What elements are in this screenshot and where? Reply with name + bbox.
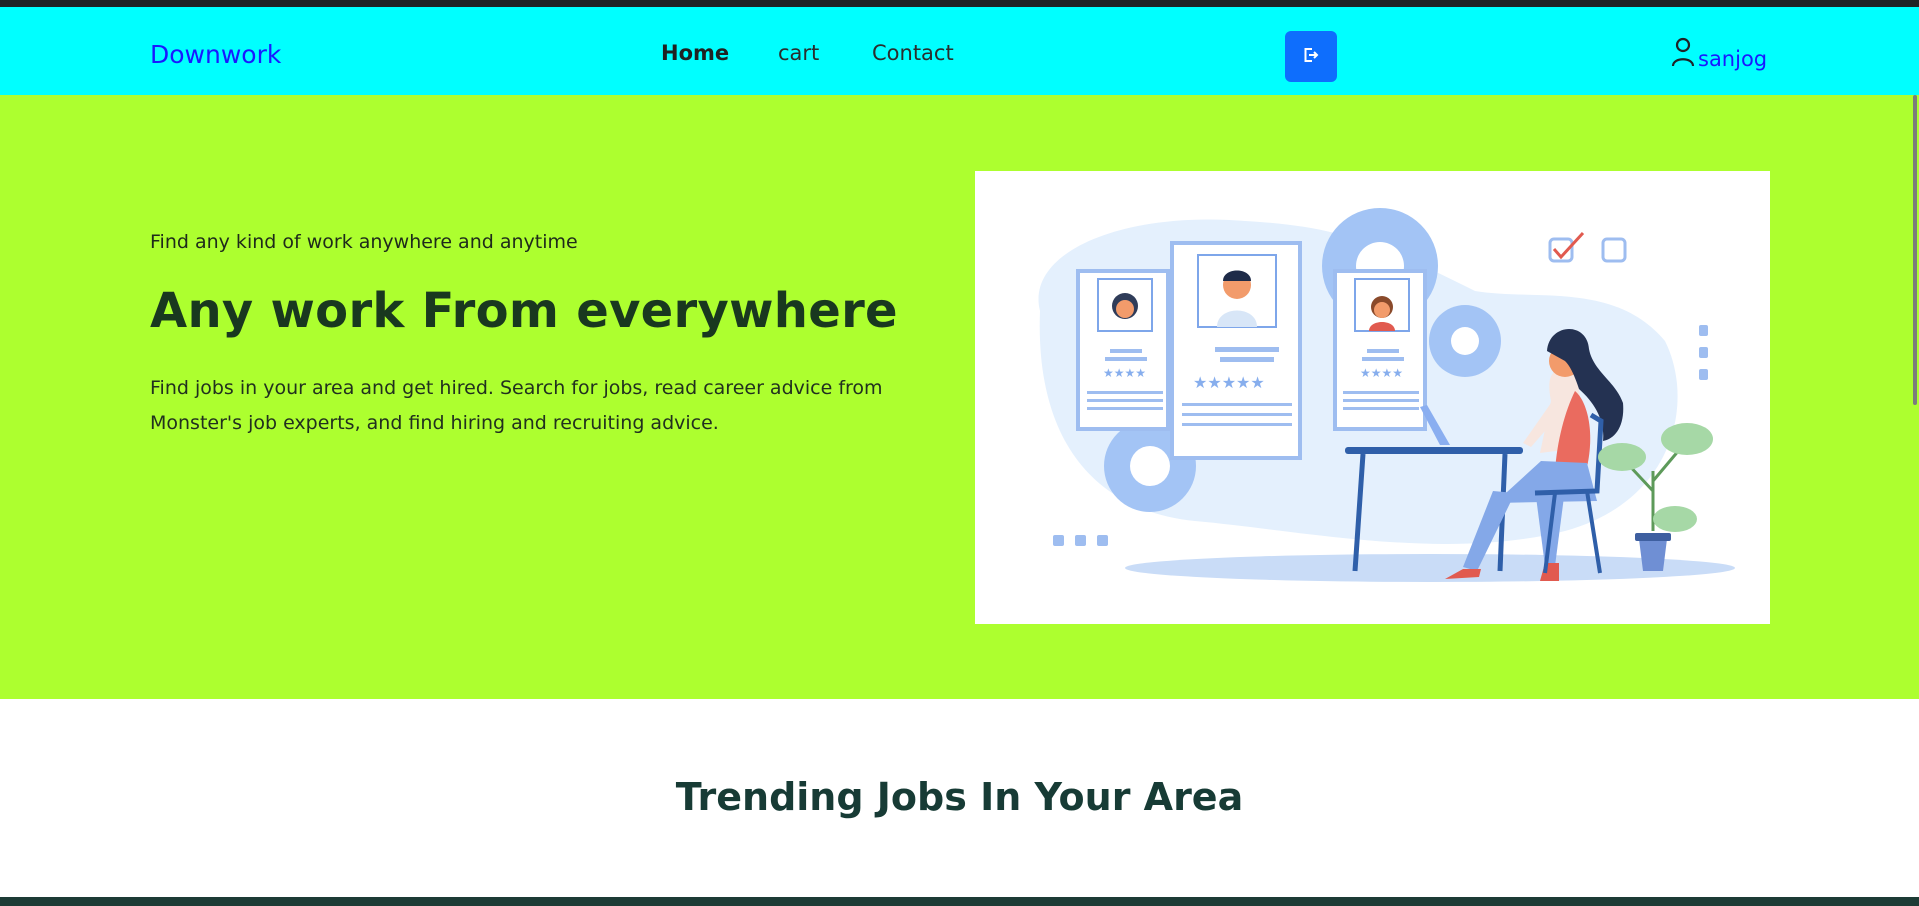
hero-title: Any work From everywhere xyxy=(150,283,898,339)
hero-section: Find any kind of work anywhere and anyti… xyxy=(0,95,1919,699)
svg-text:★★★★: ★★★★ xyxy=(1103,366,1146,380)
hero-kicker: Find any kind of work anywhere and anyti… xyxy=(150,231,578,253)
trending-title: Trending Jobs In Your Area xyxy=(675,775,1244,819)
brand-logo[interactable]: Downwork xyxy=(150,40,281,69)
nav-link-cart[interactable]: cart xyxy=(778,41,819,65)
username-link[interactable]: sanjog xyxy=(1698,47,1767,71)
logout-icon xyxy=(1302,46,1320,67)
nav-link-home[interactable]: Home xyxy=(661,41,729,65)
svg-text:★★★★★: ★★★★★ xyxy=(1193,373,1265,392)
navbar: Downwork Home cart Contact sanjog xyxy=(0,7,1919,95)
user-icon xyxy=(1671,36,1695,72)
footer-edge xyxy=(0,897,1919,906)
hero-description: Find jobs in your area and get hired. Se… xyxy=(150,377,883,434)
user-menu[interactable]: sanjog xyxy=(1671,36,1767,72)
trending-section: Trending Jobs In Your Area xyxy=(0,699,1919,897)
svg-text:★★★★: ★★★★ xyxy=(1360,366,1403,380)
nav-link-contact[interactable]: Contact xyxy=(872,41,954,65)
scrollbar-thumb[interactable] xyxy=(1913,95,1917,405)
logout-button[interactable] xyxy=(1285,31,1337,82)
hero-illustration: ★★★★ ★★★★★ ★★★★ xyxy=(975,171,1770,624)
browser-top-strip xyxy=(0,0,1919,7)
